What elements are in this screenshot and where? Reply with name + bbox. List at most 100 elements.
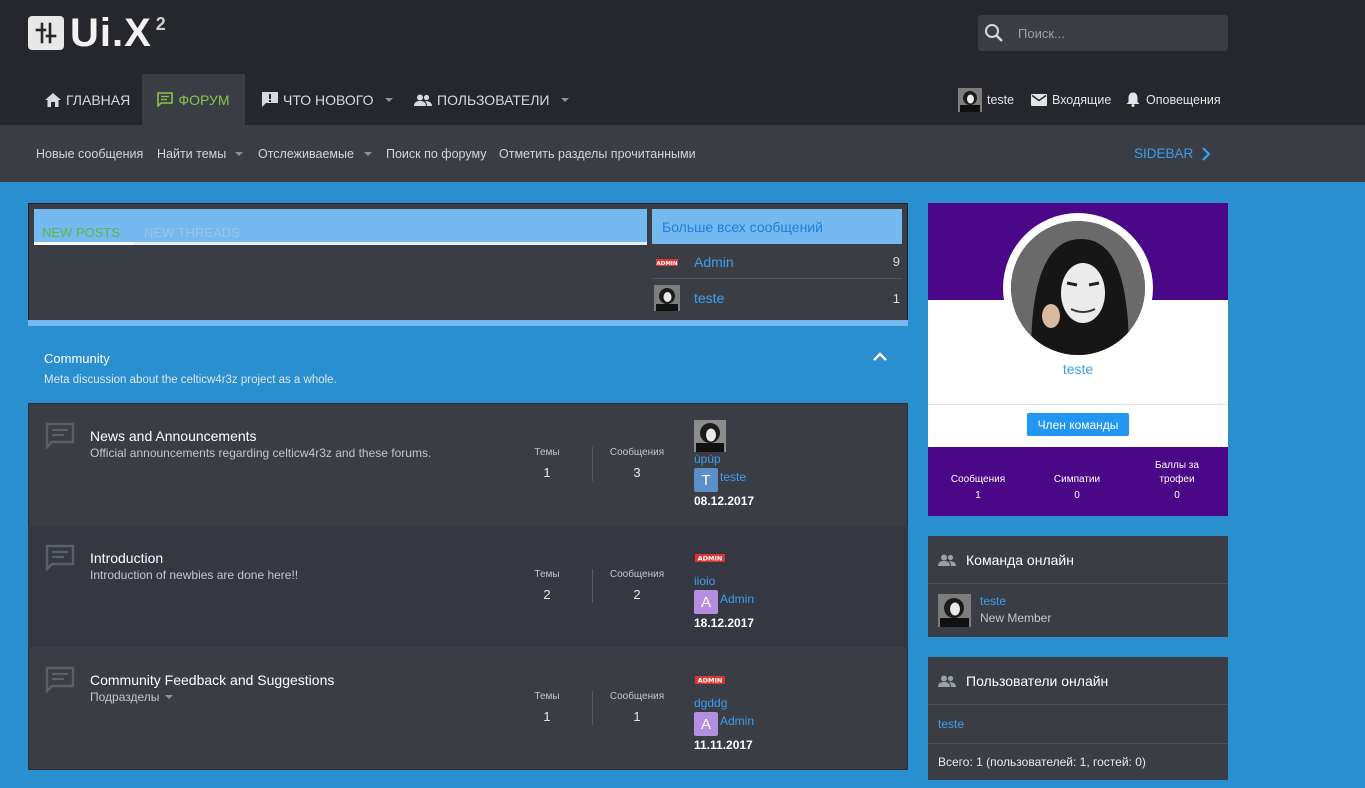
top-poster-row[interactable]: ADMIN Admin 9 [652,245,902,279]
top-posters-title: Больше всех сообщений [652,209,902,244]
last-post-user[interactable]: Admin [720,714,754,728]
chevron-down-icon[interactable] [363,151,372,156]
members-online-title: Пользователи онлайн [966,672,1109,689]
stat-messages-value: 1 [975,490,981,501]
forum-chat-icon [45,666,75,694]
forum-row[interactable]: Introduction Introduction of newbies are… [28,526,908,647]
subnav-new-posts[interactable]: Новые сообщения [36,125,143,182]
subnav-mark-read[interactable]: Отметить разделы прочитанными [499,125,696,182]
stat-divider [592,447,593,481]
last-post-user-avatar[interactable]: T [694,468,718,492]
site-logo[interactable]: Ui.X 2 [28,13,166,53]
online-total: Всего: 1 (пользователей: 1, гостей: 0) [938,755,1146,769]
messages-value: 2 [633,587,641,602]
tab-new-posts[interactable]: NEW POSTS [42,225,120,240]
top-poster-count: 1 [892,290,900,306]
nav-tab-whats-new-label: ЧТО НОВОГО [283,91,374,108]
last-post-user-avatar[interactable]: A [694,712,718,736]
category-title[interactable]: Community [44,351,110,366]
subnav-mark-read-label: Отметить разделы прочитанными [499,146,696,161]
profile-username[interactable]: teste [928,361,1228,377]
alerts-label: Оповещения [1146,92,1221,107]
chevron-down-icon[interactable] [235,151,244,156]
threads-label: Темы [534,447,560,458]
admin-avatar: ADMIN [654,248,680,275]
subnav-find-threads-label: Найти темы [157,146,227,161]
last-post-title[interactable]: dgddg [694,696,727,710]
nav-tab-members-label: ПОЛЬЗОВАТЕЛИ [437,91,550,108]
staff-member-name[interactable]: teste [980,594,1006,608]
last-post-user[interactable]: Admin [720,592,754,606]
svg-text:ADMIN: ADMIN [698,555,723,563]
svg-text:ADMIN: ADMIN [698,677,723,685]
inbox-link[interactable]: Входящие [1031,74,1111,125]
search-input[interactable] [1016,15,1221,51]
nav-tab-forum[interactable]: ФОРУМ [142,74,245,125]
forum-messages-stat: Сообщения 3 [602,447,672,480]
subforums-toggle[interactable]: Подразделы [90,690,174,704]
last-post-avatar[interactable]: ADMIN [694,542,726,574]
last-post-date: 11.11.2017 [694,738,753,752]
forum-threads-stat: Темы 1 [512,691,582,724]
staff-online-title: Команда онлайн [966,551,1074,568]
search-icon[interactable] [984,23,1004,43]
user-account-link[interactable]: teste [958,74,1014,125]
tab-new-threads[interactable]: NEW THREADS [144,225,240,240]
chevron-down-icon[interactable] [385,97,394,102]
staff-online-block: Команда онлайн teste New Member [928,536,1228,637]
last-post-title[interactable]: iioio [694,574,715,588]
messages-label: Сообщения [609,447,665,458]
alerts-link[interactable]: Оповещения [1126,74,1221,125]
forum-threads-stat: Темы 1 [512,447,582,480]
teste-avatar [654,285,680,311]
forum-row[interactable]: Community Feedback and Suggestions Подра… [28,648,908,769]
forum-row[interactable]: News and Announcements Official announce… [28,404,908,525]
last-post-avatar[interactable] [694,420,726,452]
top-poster-name[interactable]: Admin [694,254,893,270]
nav-tab-members[interactable]: ПОЛЬЗОВАТЕЛИ [414,74,570,125]
top-poster-row[interactable]: teste 1 [652,281,902,315]
chevron-up-icon[interactable] [872,350,888,362]
profile-stats: Сообщения 1 Симпатии 0 Баллы за трофеи 0 [928,447,1228,516]
subnav-find-threads[interactable]: Найти темы [157,125,244,182]
forum-title[interactable]: News and Announcements [90,428,257,444]
nav-tab-home-label: ГЛАВНАЯ [66,91,131,108]
nav-tab-whats-new[interactable]: ЧТО НОВОГО [262,74,394,125]
subnav-new-posts-label: Новые сообщения [36,146,144,161]
nav-tab-home[interactable]: ГЛАВНАЯ [45,74,130,125]
sidebar-toggle-label: SIDEBAR [1134,146,1194,161]
subnav-watched[interactable]: Отслеживаемые [258,125,372,182]
forum-chat-icon [45,544,75,572]
subforums-label: Подразделы [90,690,160,704]
forum-description: Official announcements regarding celticw… [90,446,432,460]
last-post-date: 18.12.2017 [694,616,755,630]
online-member-name[interactable]: teste [938,717,964,731]
logo-version: 2 [155,14,166,34]
chevron-down-icon[interactable] [561,97,570,102]
staff-member-avatar[interactable] [938,594,971,627]
staff-badge: Член команды [1027,413,1129,436]
threads-value: 2 [543,587,551,602]
chevron-right-icon [1202,146,1211,161]
forum-title[interactable]: Introduction [90,550,163,566]
subnav-search-forums[interactable]: Поиск по форуму [386,125,486,182]
top-poster-name[interactable]: teste [694,290,893,306]
stat-trophies-label: Баллы за трофеи [1155,460,1199,485]
last-post-title[interactable]: ùpùp [694,452,721,466]
stat-divider [592,569,593,603]
last-post-avatar[interactable]: ADMIN [694,664,726,696]
last-post-user-avatar[interactable]: A [694,590,718,614]
stat-messages: Сообщения 1 [928,473,1028,503]
top-poster-count: 9 [892,254,900,269]
profile-avatar[interactable] [1011,221,1145,355]
staff-online-header: Команда онлайн [928,536,1228,584]
home-icon [45,92,61,107]
sidebar-toggle-button[interactable]: SIDEBAR [1134,125,1211,182]
last-post-user[interactable]: teste [720,470,746,484]
stat-likes: Симпатии 0 [1027,473,1127,503]
active-tab-indicator [34,242,133,245]
chevron-down-icon[interactable] [165,695,174,699]
search-box[interactable] [978,15,1228,51]
forum-title[interactable]: Community Feedback and Suggestions [90,672,334,688]
inbox-label: Входящие [1052,92,1112,107]
